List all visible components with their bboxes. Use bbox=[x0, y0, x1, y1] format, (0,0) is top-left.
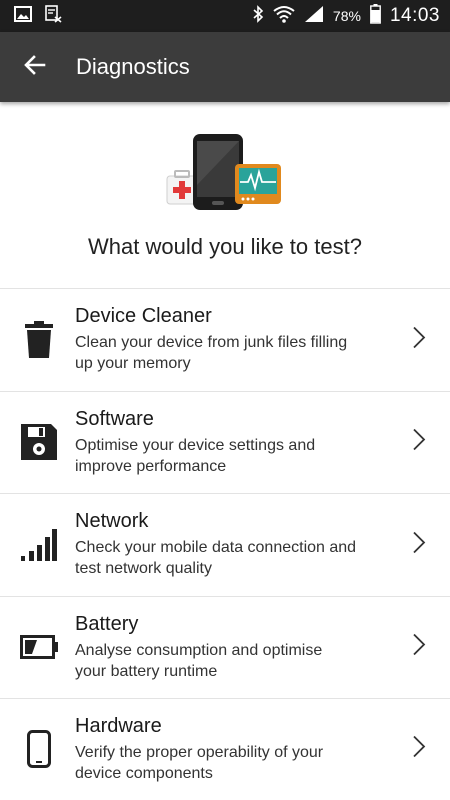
status-battery-icon bbox=[370, 3, 381, 29]
trash-icon bbox=[0, 320, 75, 359]
item-description: Verify the proper operability of your de… bbox=[75, 743, 324, 782]
status-bar: 78% 14:03 bbox=[0, 0, 450, 32]
item-description: Clean your device from junk files fillin… bbox=[75, 334, 348, 373]
diagnostics-illustration bbox=[165, 130, 285, 216]
menu-item-network[interactable]: Network Check your mobile data connectio… bbox=[0, 493, 450, 596]
cell-signal-icon bbox=[304, 5, 324, 28]
bluetooth-icon bbox=[252, 4, 264, 28]
back-arrow-icon bbox=[23, 53, 47, 82]
menu-item-device-cleaner[interactable]: Device Cleaner Clean your device from ju… bbox=[0, 288, 450, 391]
chevron-right-icon bbox=[412, 325, 426, 354]
signal-bars-icon bbox=[0, 528, 75, 561]
hero-question: What would you like to test? bbox=[88, 234, 362, 259]
chevron-right-icon bbox=[412, 735, 426, 764]
phone-icon bbox=[0, 730, 75, 769]
floppy-disk-icon bbox=[0, 424, 75, 461]
screenshot-notification-icon bbox=[44, 4, 62, 28]
chevron-right-icon bbox=[412, 428, 426, 457]
clock: 14:03 bbox=[389, 5, 440, 26]
menu-item-battery[interactable]: Battery Analyse consumption and optimise… bbox=[0, 595, 450, 699]
back-button[interactable] bbox=[0, 32, 70, 102]
item-description: Check your mobile data connection and te… bbox=[75, 539, 357, 578]
menu-item-hardware[interactable]: Hardware Verify the proper operability o… bbox=[0, 698, 450, 800]
item-description: Optimise your device settings and improv… bbox=[75, 436, 316, 475]
item-title: Network bbox=[75, 510, 149, 533]
item-title: Hardware bbox=[75, 714, 162, 737]
battery-percent: 78% bbox=[332, 8, 361, 24]
menu-item-software[interactable]: Software Optimise your device settings a… bbox=[0, 390, 450, 494]
item-title: Device Cleaner bbox=[75, 305, 212, 328]
chevron-right-icon bbox=[412, 530, 426, 559]
wifi-icon bbox=[273, 5, 295, 28]
gallery-notification-icon bbox=[14, 5, 32, 27]
item-description: Analyse consumption and optimise your ba… bbox=[75, 641, 323, 680]
hero-section: What would you like to test? bbox=[0, 102, 450, 288]
diagnostics-menu: Device Cleaner Clean your device from ju… bbox=[0, 288, 450, 800]
item-title: Software bbox=[75, 407, 154, 430]
battery-icon bbox=[0, 635, 75, 660]
page-title: Diagnostics bbox=[76, 54, 190, 79]
item-title: Battery bbox=[75, 612, 139, 635]
app-bar: Diagnostics bbox=[0, 32, 450, 102]
chevron-right-icon bbox=[412, 633, 426, 662]
